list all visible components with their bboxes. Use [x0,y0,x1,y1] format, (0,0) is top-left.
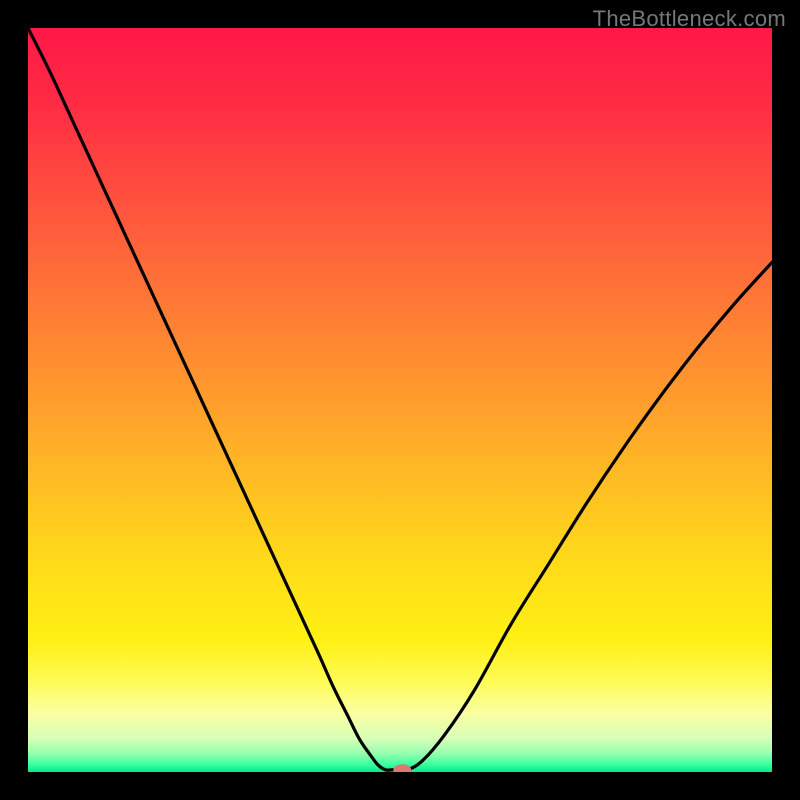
watermark-text: TheBottleneck.com [593,6,786,32]
curve-layer [28,28,772,772]
plot-area [28,28,772,772]
chart-container: TheBottleneck.com [0,0,800,800]
optimum-marker [393,764,411,772]
bottleneck-curve [28,28,772,770]
